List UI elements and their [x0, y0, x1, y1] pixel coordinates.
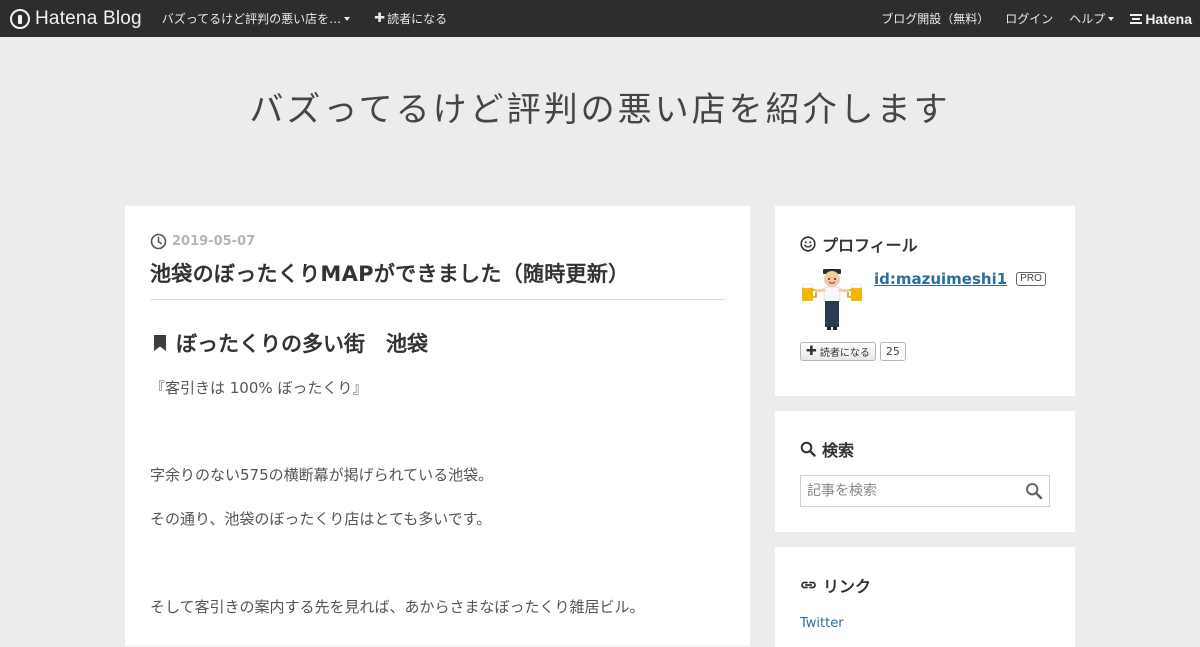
help-label: ヘルプ	[1069, 12, 1106, 26]
search-box	[800, 475, 1050, 507]
links-heading: リンク	[800, 574, 1050, 596]
twitter-link[interactable]: Twitter	[800, 616, 1050, 631]
plus-icon: ✚	[806, 344, 817, 359]
hatena-blog-logo[interactable]: Hatena Blog	[10, 0, 142, 37]
section-heading-text: ぼったくりの多い街 池袋	[176, 332, 428, 356]
profile-heading: プロフィール	[800, 233, 1050, 255]
search-module: 検索	[775, 411, 1075, 532]
chevron-down-icon	[344, 17, 351, 21]
subscribe-row: ✚ 読者になる 25	[800, 342, 1050, 361]
blog-menu-dropdown[interactable]: バズってるけど評判の悪い店を…	[161, 0, 351, 37]
search-heading: 検索	[800, 438, 1050, 460]
link-icon	[800, 577, 817, 593]
paragraph: そして客引きの案内する先を見れば、あからさまなぼったくり雑居ビル。	[150, 598, 645, 616]
clock-icon	[150, 233, 167, 250]
article-card: 2019-05-07 池袋のぼったくりMAPができました（随時更新） ぼったくり…	[125, 206, 750, 646]
help-dropdown[interactable]: ヘルプ	[1069, 0, 1115, 37]
profile-user-id-link[interactable]: id:mazuimeshi1	[874, 270, 1007, 288]
entry-date[interactable]: 2019-05-07	[150, 232, 725, 250]
subscribe-link[interactable]: ✚ 読者になる	[374, 0, 447, 37]
topbar-right-menu: ブログ開設（無料） ログイン ヘルプ Hatena	[881, 0, 1200, 37]
profile-id-row: id:mazuimeshi1 PRO	[874, 270, 1046, 288]
search-input[interactable]	[801, 476, 1016, 506]
bookmark-icon	[153, 334, 167, 352]
top-navigation-bar: Hatena Blog バズってるけど評判の悪い店を… ✚ 読者になる ブログ開…	[0, 0, 1200, 37]
pro-badge[interactable]: PRO	[1016, 272, 1046, 286]
hatena-blog-logo-icon	[10, 8, 30, 29]
profile-heading-text: プロフィール	[822, 236, 918, 255]
logo-text: Hatena Blog	[35, 7, 142, 29]
login-link[interactable]: ログイン	[1005, 0, 1053, 37]
subscribe-button-label: 読者になる	[819, 348, 870, 359]
links-heading-text: リンク	[823, 577, 872, 596]
entry-date-text: 2019-05-07	[172, 233, 256, 249]
hatena-brand-label: Hatena	[1145, 10, 1192, 27]
subscribe-button[interactable]: ✚ 読者になる	[800, 342, 876, 361]
profile-module: プロフィール id:mazuimeshi1 PRO ✚ 読者になる 25	[775, 206, 1075, 396]
blog-menu-label: バズってるけど評判の悪い店を…	[161, 12, 342, 26]
paragraph: 『客引きは 100% ぼったくり』	[150, 379, 368, 397]
paragraph: その通り、池袋のぼったくり店はとても多いです。	[150, 510, 492, 528]
open-blog-link[interactable]: ブログ開設（無料）	[881, 0, 989, 37]
profile-row: id:mazuimeshi1 PRO	[800, 267, 1050, 331]
entry-title[interactable]: 池袋のぼったくりMAPができました（随時更新）	[150, 258, 725, 300]
hatena-mark-icon	[1130, 13, 1143, 24]
avatar[interactable]	[800, 267, 864, 331]
plus-icon: ✚	[374, 11, 386, 26]
subscriber-count[interactable]: 25	[879, 342, 906, 361]
subscribe-label: 読者になる	[387, 12, 448, 26]
search-icon	[800, 441, 816, 457]
chevron-down-icon	[1108, 17, 1115, 21]
links-module: リンク Twitter	[775, 547, 1075, 647]
smile-icon	[800, 236, 816, 252]
section-heading: ぼったくりの多い街 池袋	[150, 330, 725, 356]
hatena-brand-link[interactable]: Hatena	[1130, 11, 1192, 27]
blog-title[interactable]: バズってるけど評判の悪い店を紹介します	[0, 82, 1200, 131]
search-heading-text: 検索	[822, 441, 855, 460]
paragraph: 字余りのない575の横断幕が掲げられている池袋。	[150, 466, 494, 484]
search-submit-icon[interactable]	[1025, 482, 1043, 500]
